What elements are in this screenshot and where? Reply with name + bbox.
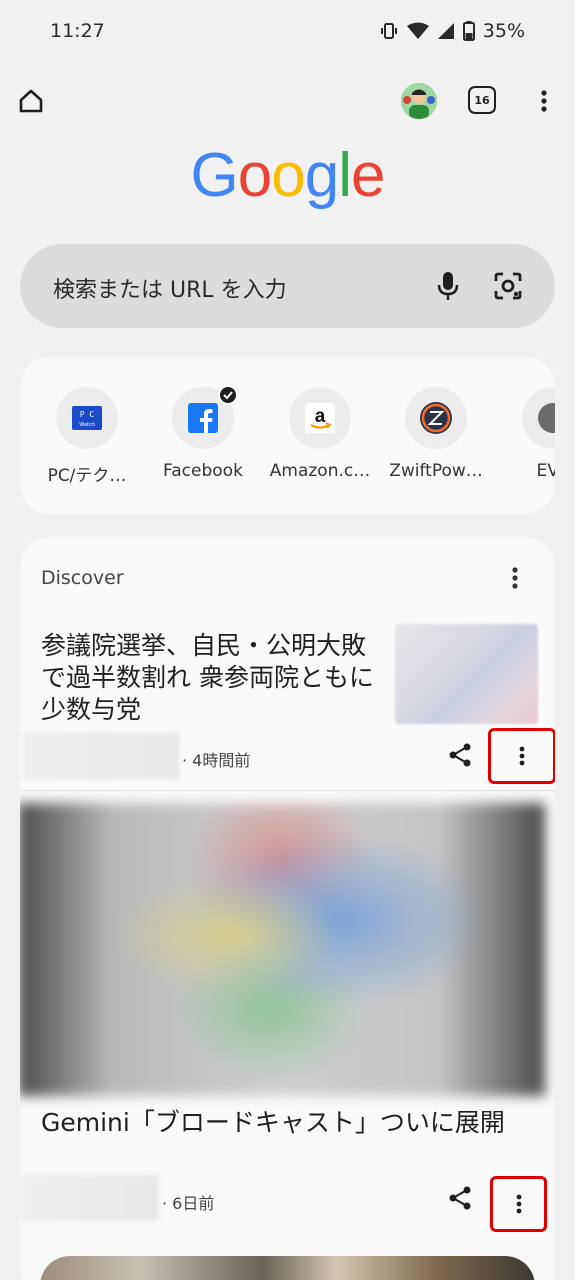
- tile-icon-bg: a: [289, 387, 351, 449]
- shortcut-label: ZwiftPow…: [389, 461, 483, 481]
- google-lens-icon[interactable]: [492, 270, 524, 302]
- home-icon: [19, 89, 43, 113]
- logo-letter: G: [190, 141, 239, 210]
- shortcut-facebook[interactable]: Facebook: [148, 385, 258, 481]
- tile-icon-bg: [405, 387, 467, 449]
- pc-watch-icon: P C Watch: [72, 406, 102, 430]
- discover-feed: Discover 参議院選挙、自民・公明大敗で過半数割れ 衆参両院ともに少数与党…: [20, 537, 555, 1280]
- shortcut-label: EVA: [536, 461, 555, 481]
- shortcut-label: Amazon.c…: [269, 461, 371, 481]
- article-hero-image[interactable]: [20, 803, 545, 1096]
- more-vert-icon: [541, 90, 547, 112]
- eva-icon: [538, 403, 555, 433]
- logo-letter: o: [271, 141, 305, 210]
- browser-toolbar: 16: [0, 78, 575, 124]
- logo-letter: l: [338, 141, 352, 210]
- article-title[interactable]: 参議院選挙、自民・公明大敗で過半数割れ 衆参両院ともに少数与党: [41, 630, 386, 726]
- signal-icon: [437, 23, 454, 39]
- article-hero-image[interactable]: [40, 1256, 535, 1280]
- logo-letter: g: [304, 141, 339, 210]
- article-title[interactable]: Gemini「ブロードキャスト」ついに展開: [41, 1107, 536, 1139]
- discover-menu-button[interactable]: [505, 563, 525, 593]
- shortcut-label: PC/テク…: [47, 466, 127, 486]
- mic-icon[interactable]: [434, 270, 462, 302]
- article-source-blurred: [20, 1175, 159, 1221]
- vibrate-icon: [380, 23, 397, 39]
- discover-title: Discover: [41, 567, 124, 589]
- facebook-icon: [188, 403, 218, 433]
- article-time: · 6日前: [162, 1194, 215, 1213]
- google-logo: Google: [0, 140, 575, 211]
- shortcut-zwiftpower[interactable]: ZwiftPow…: [381, 387, 491, 481]
- share-icon[interactable]: [447, 1185, 473, 1211]
- tile-icon-bg: [172, 385, 238, 449]
- verified-badge-icon: [218, 385, 238, 405]
- tile-icon-bg: P C Watch: [56, 387, 118, 449]
- search-bar[interactable]: 検索または URL を入力: [20, 244, 555, 328]
- wifi-icon: [406, 22, 429, 39]
- tile-icon-bg: [522, 387, 555, 449]
- article-more-button[interactable]: [490, 1176, 547, 1232]
- status-bar: 11:27 35%: [0, 0, 575, 66]
- shortcut-pc-watch[interactable]: P C Watch PC/テク…: [32, 387, 142, 486]
- logo-letter: o: [237, 141, 272, 210]
- status-icons: 35%: [379, 20, 525, 42]
- more-vert-icon: [519, 746, 525, 766]
- more-vert-icon: [516, 1194, 521, 1214]
- shortcut-eva[interactable]: EVA: [498, 387, 555, 481]
- battery-icon: [462, 21, 475, 41]
- more-vert-icon: [512, 567, 518, 589]
- status-time: 11:27: [50, 20, 105, 42]
- search-placeholder: 検索または URL を入力: [53, 278, 287, 303]
- zwiftpower-icon: [420, 402, 452, 434]
- battery-percent: 35%: [482, 20, 525, 42]
- tab-switcher-button[interactable]: 16: [468, 86, 496, 114]
- article-time: · 4時間前: [182, 751, 251, 770]
- amazon-icon: a: [305, 403, 335, 433]
- divider: [20, 790, 555, 791]
- svg-text:P C: P C: [80, 410, 95, 419]
- article-more-button[interactable]: [488, 728, 555, 784]
- svg-text:a: a: [315, 406, 326, 427]
- avatar[interactable]: [401, 83, 437, 119]
- article-thumbnail[interactable]: [395, 624, 538, 724]
- svg-text:Watch: Watch: [79, 422, 95, 428]
- home-button[interactable]: [14, 84, 48, 118]
- shortcut-amazon[interactable]: a Amazon.c…: [265, 387, 375, 481]
- share-icon[interactable]: [447, 742, 473, 768]
- more-menu-button[interactable]: [530, 84, 558, 118]
- shortcut-tiles: P C Watch PC/テク… Facebook a Amazon.c… Zw…: [20, 357, 555, 514]
- logo-letter: e: [350, 141, 385, 210]
- article-source-blurred: [23, 733, 179, 779]
- tab-count: 16: [474, 93, 490, 107]
- shortcut-label: Facebook: [163, 461, 243, 481]
